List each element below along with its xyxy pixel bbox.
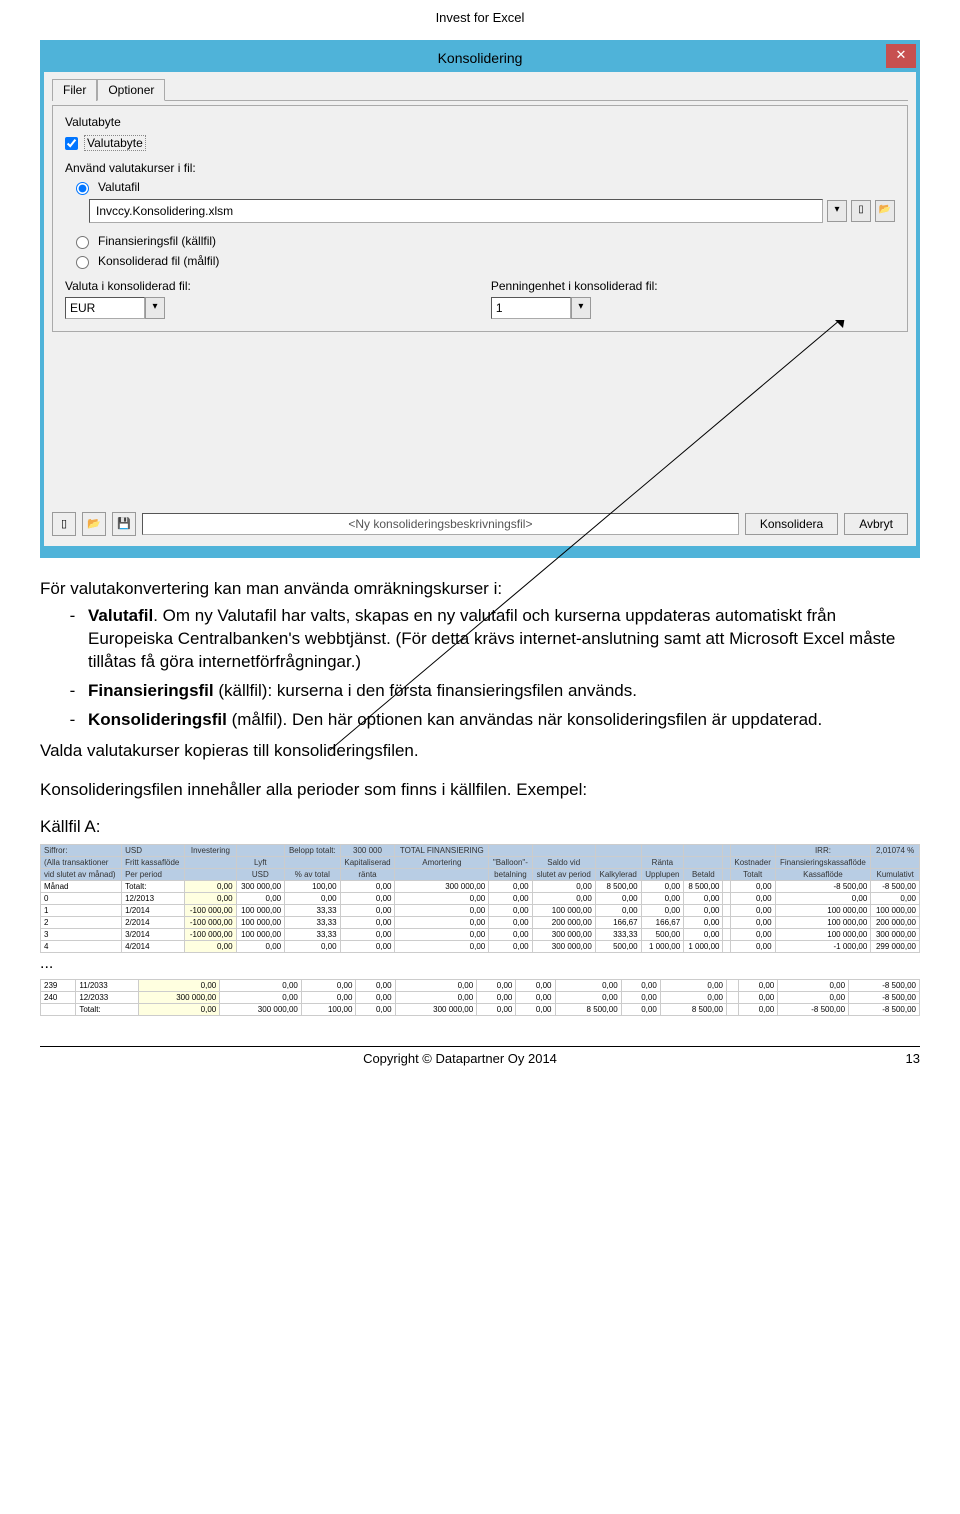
source-table-a-continued: 23911/20330,000,000,000,000,000,000,000,… bbox=[40, 979, 920, 1016]
paragraph-periods: Konsolideringsfilen innehåller alla peri… bbox=[40, 779, 920, 802]
radio-finansieringsfil[interactable] bbox=[76, 236, 89, 249]
avbryt-button[interactable]: Avbryt bbox=[844, 513, 908, 535]
tab-filer[interactable]: Filer bbox=[52, 79, 97, 101]
new-config-icon[interactable]: ▯ bbox=[52, 512, 76, 536]
valuta-label: Valuta i konsoliderad fil: bbox=[65, 279, 191, 293]
penningenhet-label: Penningenhet i konsoliderad fil: bbox=[491, 279, 658, 293]
valuta-dropdown-button[interactable]: ▾ bbox=[145, 297, 165, 319]
intro-line: För valutakonvertering kan man använda o… bbox=[40, 578, 920, 601]
use-rates-label: Använd valutakurser i fil: bbox=[65, 161, 895, 175]
bullet-konsolideringsfil: Konsolideringsfil (målfil). Den här opti… bbox=[80, 709, 920, 732]
doc-header: Invest for Excel bbox=[40, 10, 920, 25]
dialog-titlebar: Konsolidering ✕ bbox=[44, 44, 916, 72]
valutafil-path-input[interactable] bbox=[89, 199, 823, 223]
save-config-icon[interactable]: 💾 bbox=[112, 512, 136, 536]
body-text: För valutakonvertering kan man använda o… bbox=[40, 578, 920, 838]
close-button[interactable]: ✕ bbox=[886, 44, 916, 68]
bullet-valutafil: Valutafil. Om ny Valutafil har valts, sk… bbox=[80, 605, 920, 674]
footer-copyright: Copyright © Datapartner Oy 2014 bbox=[40, 1051, 880, 1066]
open-file-icon[interactable]: 📂 bbox=[875, 200, 895, 222]
page-footer: Copyright © Datapartner Oy 2014 13 bbox=[40, 1051, 920, 1066]
tab-strip: Filer Optioner bbox=[52, 78, 908, 101]
konsolidering-dialog: Konsolidering ✕ Filer Optioner Valutabyt… bbox=[40, 40, 920, 558]
ellipsis: ... bbox=[40, 955, 920, 973]
radio-valutafil[interactable] bbox=[76, 182, 89, 195]
penningenhet-dropdown-button[interactable]: ▾ bbox=[571, 297, 591, 319]
radio-konsolideradfil-label: Konsoliderad fil (målfil) bbox=[98, 254, 219, 268]
valutabyte-label: Valutabyte bbox=[84, 135, 146, 151]
valutabyte-checkbox[interactable] bbox=[65, 137, 78, 150]
paragraph-copy-rates: Valda valutakurser kopieras till konsoli… bbox=[40, 740, 920, 763]
file-dropdown-button[interactable]: ▾ bbox=[827, 200, 847, 222]
source-table-a: Siffror:USDInvesteringBelopp totalt:300 … bbox=[40, 844, 920, 953]
open-config-icon[interactable]: 📂 bbox=[82, 512, 106, 536]
konsolidera-button[interactable]: Konsolidera bbox=[745, 513, 838, 535]
valuta-select[interactable] bbox=[65, 297, 145, 319]
new-file-icon[interactable]: ▯ bbox=[851, 200, 871, 222]
bullet-finansieringsfil: Finansieringsfil (källfil): kurserna i d… bbox=[80, 680, 920, 703]
group-legend: Valutabyte bbox=[61, 115, 125, 129]
footer-page-number: 13 bbox=[880, 1051, 920, 1066]
penningenhet-select[interactable] bbox=[491, 297, 571, 319]
tab-optioner[interactable]: Optioner bbox=[97, 79, 165, 101]
dialog-title: Konsolidering bbox=[438, 50, 523, 66]
radio-valutafil-label: Valutafil bbox=[98, 180, 140, 194]
valutabyte-group: Valutabyte Valutabyte Använd valutakurse… bbox=[52, 105, 908, 332]
radio-finansieringsfil-label: Finansieringsfil (källfil) bbox=[98, 234, 216, 248]
source-a-label: Källfil A: bbox=[40, 816, 920, 839]
radio-konsolideradfil[interactable] bbox=[76, 256, 89, 269]
config-name-input[interactable] bbox=[142, 513, 739, 535]
